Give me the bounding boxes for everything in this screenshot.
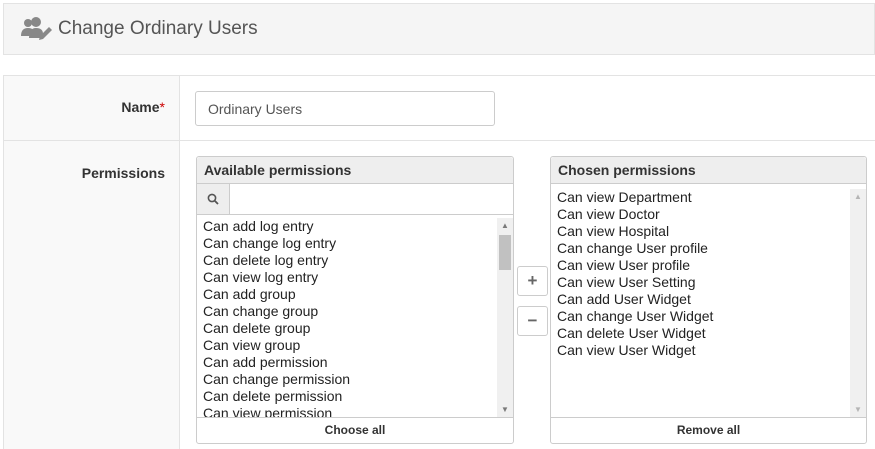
search-icon	[197, 184, 230, 214]
list-item[interactable]: Can view log entry	[198, 269, 496, 286]
list-item[interactable]: Can change log entry	[198, 235, 496, 252]
scroll-up-icon[interactable]: ▲	[501, 221, 509, 230]
list-item[interactable]: Can view Department	[552, 189, 849, 206]
page-header: Change Ordinary Users	[3, 3, 875, 55]
filter-row	[197, 184, 513, 215]
available-scrollbar[interactable]: ▲ ▼	[497, 218, 513, 417]
required-marker: *	[159, 99, 165, 115]
list-item[interactable]: Can change User Widget	[552, 308, 849, 325]
permission-filter-input[interactable]	[231, 184, 511, 214]
list-item[interactable]: Can change User profile	[552, 240, 849, 257]
choose-all-button[interactable]: Choose all	[197, 417, 513, 443]
list-item[interactable]: Can delete group	[198, 320, 496, 337]
label-column	[4, 76, 180, 449]
list-item[interactable]: Can add log entry	[198, 218, 496, 235]
list-item[interactable]: Can view permission	[198, 405, 496, 417]
add-permission-button[interactable]: +	[517, 266, 548, 296]
scroll-up-icon[interactable]: ▲	[854, 192, 862, 201]
list-item[interactable]: Can delete User Widget	[552, 325, 849, 342]
remove-permission-button[interactable]: −	[517, 306, 548, 336]
list-item[interactable]: Can delete permission	[198, 388, 496, 405]
list-item[interactable]: Can delete log entry	[198, 252, 496, 269]
scroll-thumb[interactable]	[499, 235, 511, 270]
remove-all-button[interactable]: Remove all	[551, 417, 866, 443]
scroll-down-icon[interactable]: ▼	[501, 405, 509, 414]
name-field[interactable]	[195, 91, 495, 126]
users-edit-icon	[21, 17, 52, 40]
page-title: Change Ordinary Users	[58, 18, 258, 39]
change-form: Name* Permissions Available permissions …	[3, 75, 875, 449]
list-item[interactable]: Can view User Setting	[552, 274, 849, 291]
chosen-permissions-list[interactable]: Can view Department Can view Doctor Can …	[552, 189, 849, 417]
list-item[interactable]: Can add User Widget	[552, 291, 849, 308]
permissions-label: Permissions	[81, 165, 165, 181]
list-item[interactable]: Can view group	[198, 337, 496, 354]
name-label: Name*	[121, 99, 165, 115]
list-item[interactable]: Can add group	[198, 286, 496, 303]
list-item[interactable]: Can view Doctor	[552, 206, 849, 223]
chosen-permissions-title: Chosen permissions	[551, 157, 866, 184]
list-item[interactable]: Can view User profile	[552, 257, 849, 274]
scroll-down-icon[interactable]: ▼	[854, 405, 862, 414]
list-item[interactable]: Can change permission	[198, 371, 496, 388]
list-item[interactable]: Can view User Widget	[552, 342, 849, 359]
chosen-permissions-box: Chosen permissions Can view Department C…	[550, 156, 867, 444]
available-permissions-list[interactable]: Can add log entry Can change log entry C…	[198, 218, 496, 417]
name-label-text: Name	[121, 99, 160, 115]
list-item[interactable]: Can view Hospital	[552, 223, 849, 240]
chosen-scrollbar[interactable]: ▲ ▼	[850, 189, 866, 417]
list-item[interactable]: Can change group	[198, 303, 496, 320]
available-permissions-box: Available permissions Can add log entry …	[196, 156, 514, 444]
list-item[interactable]: Can add permission	[198, 354, 496, 371]
available-permissions-title: Available permissions	[197, 157, 513, 184]
row-divider	[4, 140, 875, 141]
